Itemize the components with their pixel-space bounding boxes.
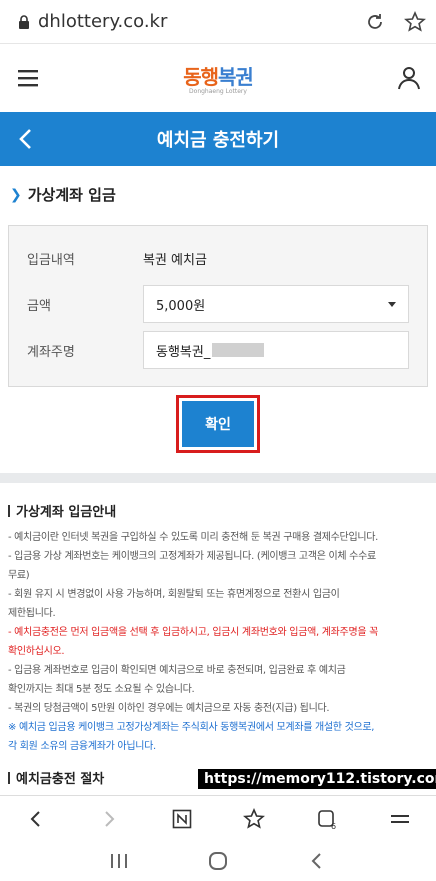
star-icon[interactable] [404, 10, 426, 33]
section-heading: ❯ 가상계좌 입금 [0, 166, 436, 215]
naver-icon [172, 809, 191, 828]
account-holder-field[interactable]: 동행복권_ [143, 331, 409, 369]
logo-sub-text: Donghaeng Lottery [189, 88, 247, 95]
procedure-title-text: 예치금충전 절차 [16, 772, 105, 787]
section-divider [0, 473, 436, 483]
chevron-right-icon [105, 810, 115, 827]
info-line: - 복권의 당첨금액이 5만원 이하인 경우에는 예치금으로 자동 충전(지급)… [8, 703, 330, 714]
info-line: - 회원 유지 시 변경없이 사용 가능하며, 회원탈퇴 또는 휴면계정으로 전… [8, 589, 340, 600]
account-holder-label: 계좌주명 [27, 344, 75, 360]
logo-main-text: 동행 [183, 65, 219, 89]
home-icon[interactable] [207, 850, 229, 872]
info-line: 무료) [8, 570, 30, 581]
bookmark-button[interactable] [242, 807, 266, 831]
deposit-form: 입금내역 복권 예치금 금액 5,000원 계좌주명 동행복권_ [8, 225, 428, 387]
info-line-warning: - 예치금충전은 먼저 입금액을 선택 후 입금하시고, 입금시 계좌번호와 입… [8, 627, 379, 638]
site-header: 동행복권 Donghaeng Lottery [0, 44, 436, 112]
back-icon[interactable] [306, 850, 328, 872]
svg-text:6: 6 [331, 822, 336, 830]
amount-label: 금액 [27, 298, 51, 314]
info-title-text: 가상계좌 입금안내 [16, 505, 117, 520]
star-icon [243, 807, 266, 829]
amount-select[interactable]: 5,000원 [143, 285, 409, 323]
form-row-amount: 금액 5,000원 [27, 282, 409, 326]
browser-url-bar: dhlottery.co.kr [0, 0, 436, 44]
watermark: https://memory112.tistory.com [198, 769, 436, 789]
confirm-area: 확인 [0, 395, 436, 453]
form-row-deposit-type: 입금내역 복권 예치금 [27, 236, 409, 280]
info-line: - 입금용 계좌번호로 입금이 확인되면 예치금으로 바로 충전되며, 입금완료… [8, 665, 346, 676]
tabs-button[interactable]: 6 [315, 807, 339, 831]
reload-icon[interactable] [364, 11, 386, 33]
info-line: 확인까지는 최대 5분 정도 소요될 수 있습니다. [8, 684, 195, 695]
logo-accent-text: 복권 [218, 65, 254, 89]
info-line-note: ※ 예치금 입금용 케이뱅크 고정가상계좌는 주식회사 동행복권에서 모계좌를 … [8, 722, 375, 733]
forward-nav-button[interactable] [97, 807, 121, 831]
user-icon[interactable] [396, 65, 422, 91]
redacted-name [212, 343, 265, 357]
confirm-highlight: 확인 [176, 395, 260, 453]
tabs-icon: 6 [318, 809, 336, 830]
recent-apps-icon[interactable] [108, 851, 130, 871]
back-nav-button[interactable] [24, 807, 48, 831]
info-section: 가상계좌 입금안내 - 예치금이란 인터넷 복권을 구입하실 수 있도록 미리 … [0, 483, 436, 787]
system-nav-bar [0, 841, 436, 881]
chevron-right-icon: ❯ [10, 186, 22, 203]
account-holder-value: 동행복권_ [156, 344, 211, 360]
menu-icon[interactable] [16, 67, 40, 89]
section-title: 가상계좌 입금 [27, 186, 116, 204]
info-line-warning: 확인하십시오. [8, 646, 65, 657]
info-title: 가상계좌 입금안내 [8, 501, 426, 520]
naver-button[interactable] [170, 807, 194, 831]
confirm-button[interactable]: 확인 [182, 401, 254, 447]
deposit-type-label: 입금내역 [27, 252, 75, 268]
back-arrow-icon[interactable] [14, 126, 40, 152]
menu-icon [390, 814, 409, 823]
amount-select-value: 5,000원 [156, 298, 206, 314]
page-title: 예치금 충전하기 [156, 130, 280, 151]
browser-bottom-nav: 6 [0, 795, 436, 841]
deposit-type-value: 복권 예치금 [143, 252, 207, 268]
info-line: - 입금용 가상 계좌번호는 케이뱅크의 고정계좌가 제공됩니다. (케이뱅크 … [8, 551, 376, 562]
url-text[interactable]: dhlottery.co.kr [38, 11, 346, 32]
info-line: 제한됩니다. [8, 608, 56, 619]
title-bar: 예치금 충전하기 [0, 112, 436, 166]
logo[interactable]: 동행복권 Donghaeng Lottery [183, 61, 254, 95]
lock-icon [19, 14, 29, 29]
title-bar-mark [8, 504, 10, 517]
caret-down-icon [388, 302, 396, 307]
info-line: - 예치금이란 인터넷 복권을 구입하실 수 있도록 미리 충전해 둔 복권 구… [8, 532, 379, 543]
title-bar-mark [8, 771, 10, 784]
info-line-note: 각 회원 소유의 금융계좌가 아닙니다. [8, 741, 156, 752]
form-row-account-holder: 계좌주명 동행복권_ [27, 328, 409, 372]
more-menu-button[interactable] [388, 807, 412, 831]
chevron-left-icon [30, 810, 41, 827]
